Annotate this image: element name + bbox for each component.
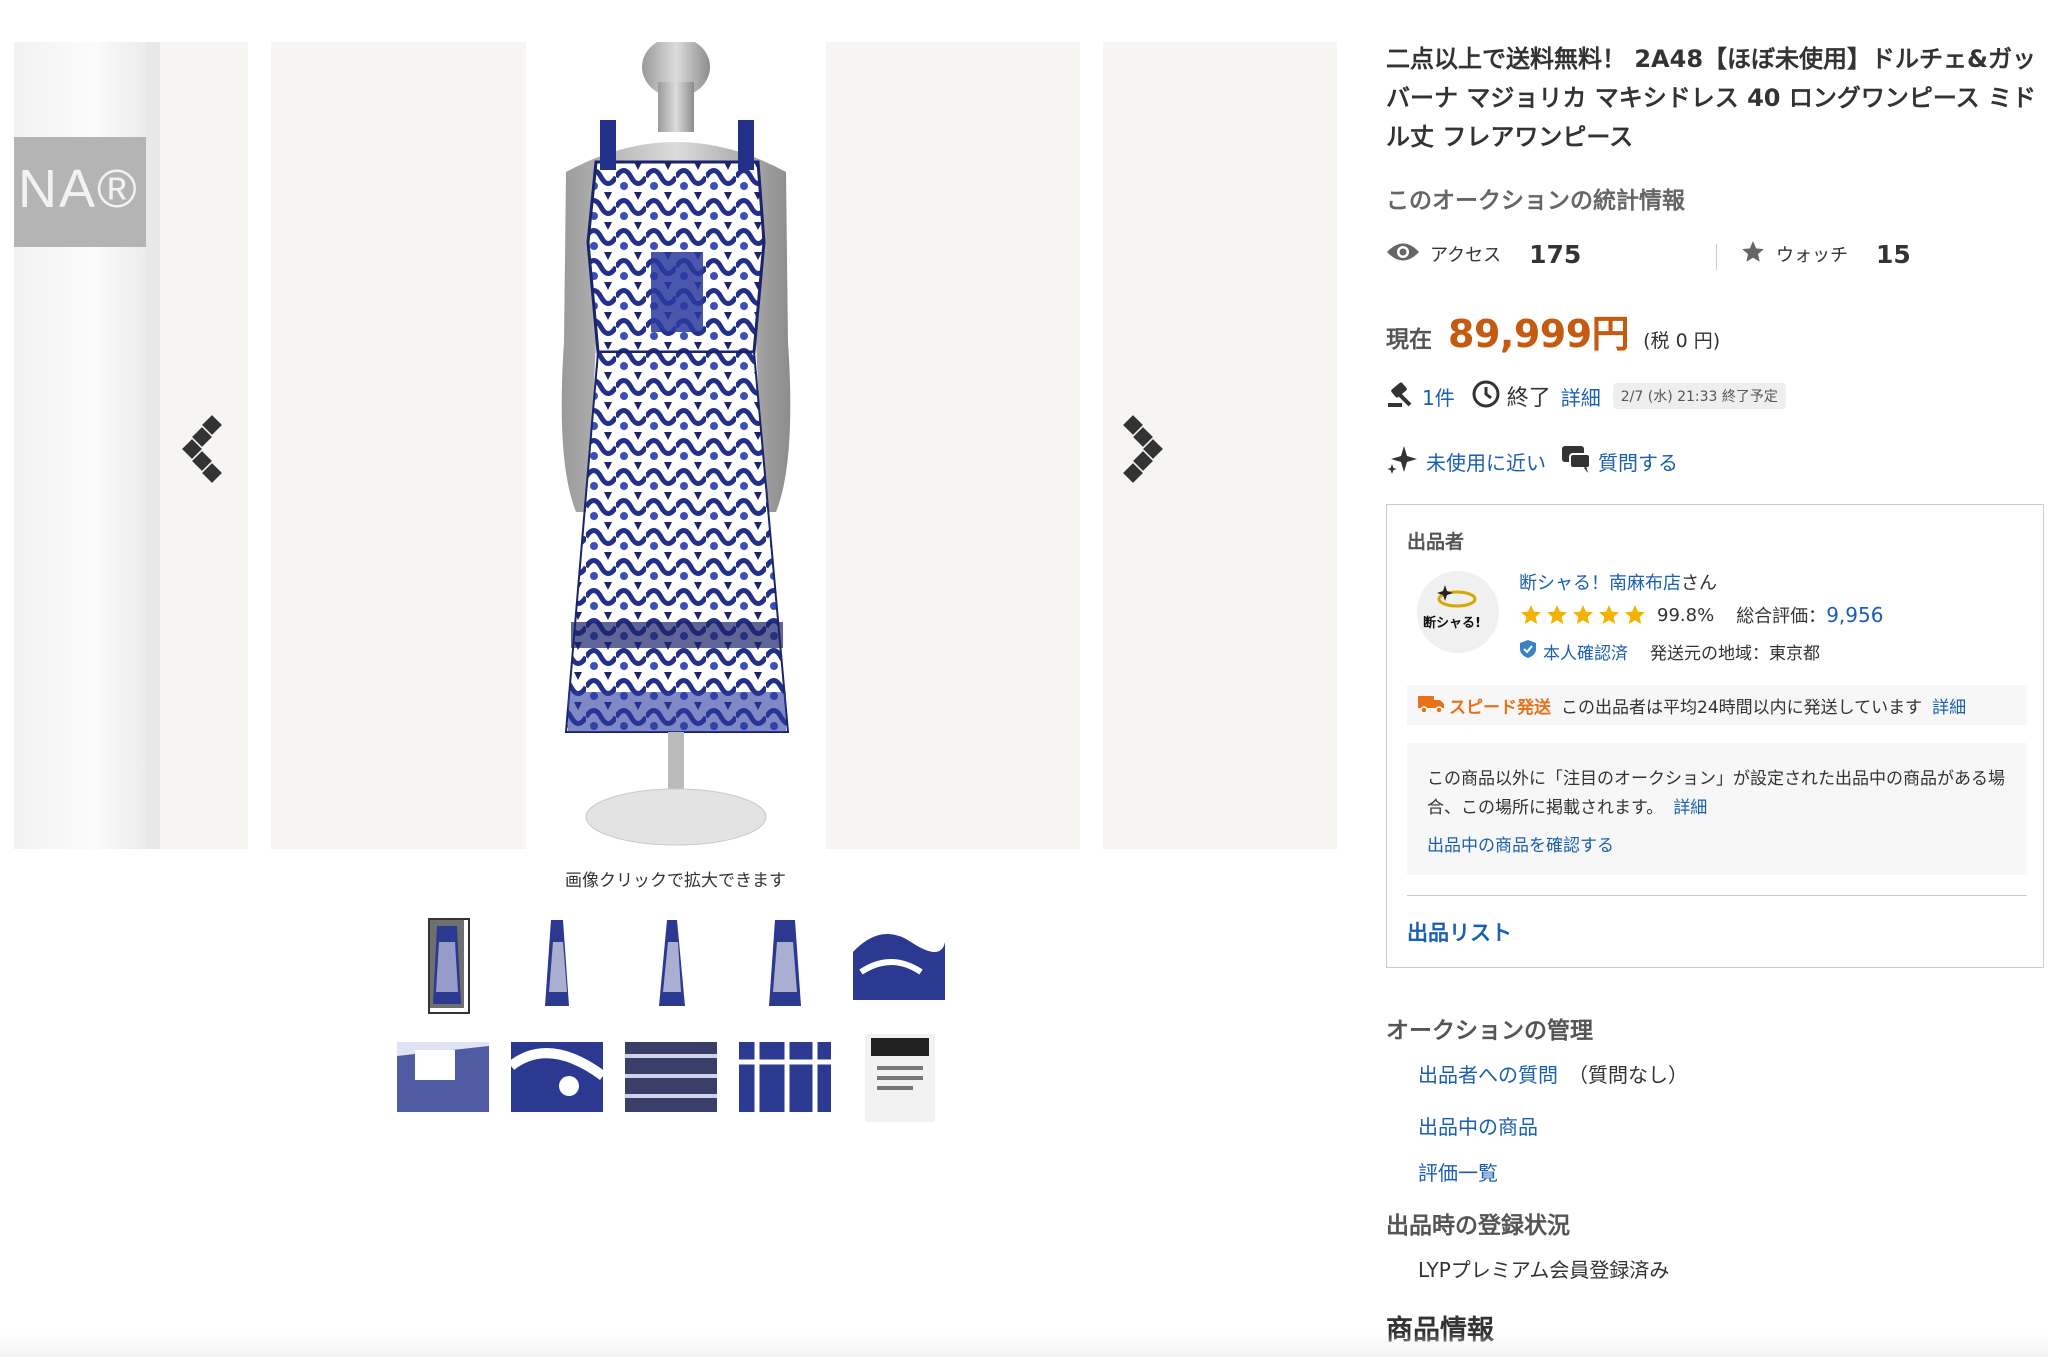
thumbnail-9[interactable] <box>737 1026 833 1122</box>
auction-management-heading: オークションの管理 <box>1386 1018 1593 1044</box>
clock-icon <box>1471 379 1501 413</box>
bid-row: 1件 終了 詳細 2/7 (水) 21:33 終了予定 <box>1386 378 1786 414</box>
price-row: 現在 89,999円 (税 0 円) <box>1386 303 1720 358</box>
verified-label[interactable]: 本人確認済 <box>1543 639 1628 664</box>
end-label: 終了 <box>1506 386 1551 411</box>
star-icon <box>1547 605 1567 624</box>
condition-link[interactable]: 未使用に近い <box>1426 447 1546 476</box>
thumbnail-4[interactable] <box>737 912 833 1008</box>
speed-shipping-text: この出品者は平均24時間以内に発送しています <box>1561 697 1923 718</box>
scroll-fade <box>0 1334 2048 1357</box>
garment-label-photo: NA® <box>14 42 160 849</box>
access-stat: アクセス 175 <box>1386 236 1581 272</box>
stats-divider <box>1716 244 1717 270</box>
garment-label-text: NA® <box>18 159 139 219</box>
seller-avatar[interactable]: 断シャる! <box>1417 571 1499 653</box>
featured-auction-notice: この商品以外に「注目のオークション」が設定された出品中の商品がある場合、この場所… <box>1407 743 2027 875</box>
rating-row: 99.8% 総合評価：9,956 <box>1519 601 1883 629</box>
ask-question-link[interactable]: 質問する <box>1598 447 1678 476</box>
price-label: 現在 <box>1386 327 1432 353</box>
next-arrow-icon[interactable] <box>1122 412 1170 483</box>
total-rating: 総合評価：9,956 <box>1736 602 1883 628</box>
zoom-caption: 画像クリックで拡大できます <box>565 871 786 891</box>
access-label: アクセス <box>1430 245 1502 266</box>
image-gallery: NA® 画像クリックで拡大できます <box>0 0 1345 1357</box>
notice-text: この商品以外に「注目のオークション」が設定された出品中の商品がある場合、この場所… <box>1427 765 2007 823</box>
notice-detail-link[interactable]: 詳細 <box>1673 798 1707 818</box>
watch-count: 15 <box>1876 239 1911 269</box>
seller-box: 出品者 断シャる! 断シャる！南麻布店さん 99.8% 総合評価：9,956 本… <box>1386 504 2044 968</box>
listing-list-link[interactable]: 出品リスト <box>1407 917 1512 947</box>
thumbnail-8[interactable] <box>623 1026 719 1122</box>
registration-heading: 出品時の登録状況 <box>1386 1213 1570 1239</box>
seller-heading: 出品者 <box>1407 531 1465 553</box>
avatar-text: 断シャる! <box>1423 615 1481 631</box>
notice-body: この商品以外に「注目のオークション」が設定された出品中の商品がある場合、この場所… <box>1427 769 2005 818</box>
watch-stat: ウォッチ 15 <box>1740 236 1911 272</box>
registration-status: LYPプレミアム会員登録済み <box>1418 1258 1670 1282</box>
eye-icon <box>1386 241 1420 267</box>
star-icon <box>1599 605 1619 624</box>
rating-percent: 99.8% <box>1657 604 1715 626</box>
thumbnail-6[interactable] <box>395 1026 491 1122</box>
watch-label: ウォッチ <box>1776 245 1848 266</box>
thumbnail-2[interactable] <box>509 912 605 1008</box>
reviews-link[interactable]: 評価一覧 <box>1418 1157 1498 1186</box>
sparkle-icon <box>1386 442 1420 480</box>
end-date-badge: 2/7 (水) 21:33 終了予定 <box>1612 383 1786 409</box>
previous-arrow-icon[interactable] <box>181 412 229 483</box>
ship-from-region: 発送元の地域：東京都 <box>1650 643 1820 664</box>
dress-photo <box>526 42 826 849</box>
speed-shipping-row: スピード発送 この出品者は平均24時間以内に発送しています 詳細 <box>1407 685 2027 725</box>
product-title: 二点以上で送料無料！ 2A48【ほぼ未使用】ドルチェ&ガッバーナ マジョリカ マ… <box>1386 45 2036 151</box>
star-icon <box>1740 239 1766 269</box>
seller-listings-link[interactable]: 出品中の商品 <box>1418 1111 1538 1140</box>
access-count: 175 <box>1529 239 1582 269</box>
verified-shield-icon <box>1519 639 1537 663</box>
speed-shipping-label: スピード発送 <box>1449 697 1551 718</box>
current-price: 89,999円 <box>1448 312 1630 356</box>
seller-name: 断シャる！南麻布店さん <box>1519 569 1717 595</box>
question-count-note: （質問なし） <box>1568 1063 1688 1087</box>
speed-detail-link[interactable]: 詳細 <box>1932 693 1966 718</box>
main-product-image[interactable] <box>271 42 1080 849</box>
stats-heading: このオークションの統計情報 <box>1386 188 1685 214</box>
verify-row: 本人確認済 発送元の地域：東京都 <box>1519 639 1820 664</box>
total-rating-link[interactable]: 9,956 <box>1826 603 1883 627</box>
question-to-seller-row: 出品者への質問 （質問なし） <box>1418 1059 1688 1088</box>
star-icon <box>1521 605 1541 624</box>
star-icon <box>1625 605 1645 624</box>
thumbnail-3[interactable] <box>623 912 719 1008</box>
total-rating-label: 総合評価： <box>1736 606 1827 627</box>
rating-stars <box>1519 603 1647 627</box>
seller-name-suffix: さん <box>1681 573 1717 594</box>
question-to-seller-link[interactable]: 出品者への質問 <box>1418 1063 1558 1087</box>
gavel-icon <box>1386 379 1416 413</box>
truck-icon <box>1417 692 1445 718</box>
star-icon <box>1573 605 1593 624</box>
tax-note: (税 0 円) <box>1643 330 1721 352</box>
thumbnail-5[interactable] <box>851 912 947 1008</box>
thumbnail-7[interactable] <box>507 1026 606 1122</box>
thumbnail-1[interactable] <box>395 912 491 1014</box>
chat-icon <box>1560 444 1592 478</box>
seller-box-divider <box>1407 895 2027 896</box>
end-detail-link[interactable]: 詳細 <box>1561 382 1601 411</box>
feature-row: 未使用に近い 質問する <box>1386 440 1678 482</box>
thumbnail-10[interactable] <box>851 1026 947 1122</box>
seller-name-link[interactable]: 断シャる！南麻布店 <box>1519 573 1681 594</box>
bid-count-link[interactable]: 1件 <box>1422 382 1455 411</box>
view-listings-link[interactable]: 出品中の商品を確認する <box>1427 831 2007 856</box>
